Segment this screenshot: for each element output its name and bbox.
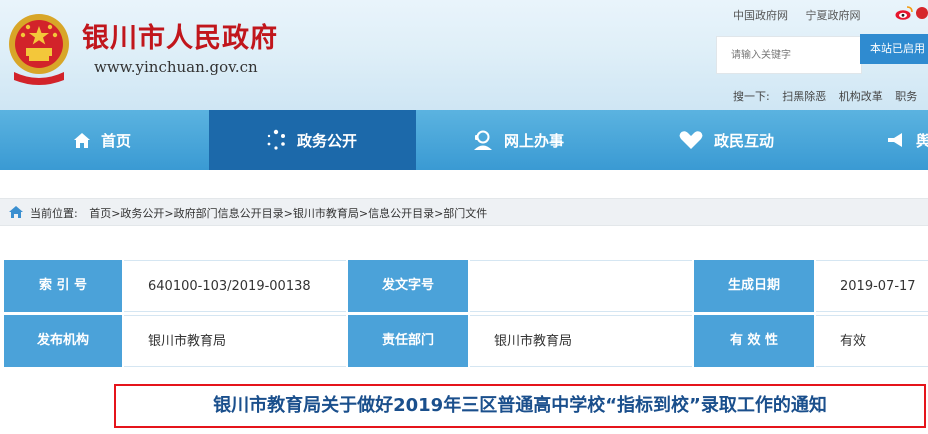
nav-item-public-opinion[interactable]: 舆 — [886, 110, 928, 170]
nav-item-label: 政务公开 — [297, 131, 358, 150]
megaphone-icon — [888, 133, 902, 147]
hot-word-item[interactable]: 职务 — [895, 90, 917, 103]
site-title[interactable]: 银川市人民政府 — [82, 16, 278, 55]
article-title-box: 银川市教育局关于做好2019年三区普通高中学校“指标到校”录取工作的通知 — [114, 384, 926, 428]
meta-value: 640100-103/2019-00138 — [124, 260, 346, 312]
hot-words-label: 搜一下: — [733, 90, 770, 103]
nav-item-gov-affairs[interactable]: 政务公开 — [209, 110, 416, 170]
breadcrumb-label: 当前位置: — [30, 207, 78, 220]
meta-value: 银川市教育局 — [470, 315, 692, 367]
dots-circle-icon — [267, 129, 285, 150]
nav-item-label: 舆 — [916, 131, 928, 150]
meta-value — [470, 260, 692, 312]
hot-word-item[interactable]: 机构改革 — [839, 90, 883, 103]
nav-item-label: 网上办事 — [504, 131, 565, 150]
hot-word-item[interactable]: 扫黑除恶 — [782, 90, 826, 103]
national-emblem-icon — [9, 14, 69, 85]
meta-label: 发布机构 — [4, 315, 122, 367]
link-gov-cn[interactable]: 中国政府网 — [733, 9, 788, 22]
meta-value: 银川市教育局 — [124, 315, 346, 367]
site-url: www.yinchuan.gov.cn — [94, 58, 258, 76]
home-icon — [74, 132, 90, 148]
breadcrumb: 当前位置: 首页>政务公开>政府部门信息公开目录>银川市教育局>信息公开目录>部… — [0, 198, 928, 226]
nav-item-home[interactable]: 首页 — [73, 110, 131, 170]
nav-item-interaction[interactable]: 政民互动 — [678, 110, 774, 170]
wechat-icon[interactable] — [916, 7, 928, 19]
search-input[interactable] — [717, 37, 851, 73]
weibo-icon[interactable] — [895, 6, 913, 20]
home-icon — [9, 206, 23, 218]
meta-value: 2019-07-17 — [816, 260, 928, 312]
meta-label: 有 效 性 — [694, 315, 814, 367]
meta-label: 索 引 号 — [4, 260, 122, 312]
site-header: 银川市人民政府 www.yinchuan.gov.cn 中国政府网 宁夏政府网 … — [0, 0, 928, 110]
top-links: 中国政府网 宁夏政府网 — [733, 7, 875, 23]
nav-item-label: 政民互动 — [714, 131, 775, 150]
search-box — [716, 36, 862, 74]
table-row: 索 引 号 640100-103/2019-00138 发文字号 生成日期 20… — [4, 260, 928, 314]
meta-label: 发文字号 — [348, 260, 468, 312]
meta-label: 责任部门 — [348, 315, 468, 367]
link-nx-gov[interactable]: 宁夏政府网 — [806, 9, 861, 22]
document-meta-table: 索 引 号 640100-103/2019-00138 发文字号 生成日期 20… — [4, 260, 928, 370]
article-title: 银川市教育局关于做好2019年三区普通高中学校“指标到校”录取工作的通知 — [213, 395, 827, 416]
person-service-icon — [474, 130, 492, 150]
nav-item-label: 首页 — [101, 131, 132, 150]
breadcrumb-path[interactable]: 首页>政务公开>政府部门信息公开目录>银川市教育局>信息公开目录>部门文件 — [89, 207, 487, 220]
heart-hands-icon — [679, 131, 703, 149]
nav-item-online-service[interactable]: 网上办事 — [472, 110, 564, 170]
table-row: 发布机构 银川市教育局 责任部门 银川市教育局 有 效 性 有效 — [4, 315, 928, 369]
meta-label: 生成日期 — [694, 260, 814, 312]
hot-words: 搜一下: 扫黑除恶 机构改革 职务 — [733, 88, 926, 104]
search-button[interactable]: 本站已启用 — [860, 34, 928, 64]
meta-value: 有效 — [816, 315, 928, 367]
main-nav: 首页 政务公开 网上办事 政民互动 舆 — [0, 110, 928, 170]
